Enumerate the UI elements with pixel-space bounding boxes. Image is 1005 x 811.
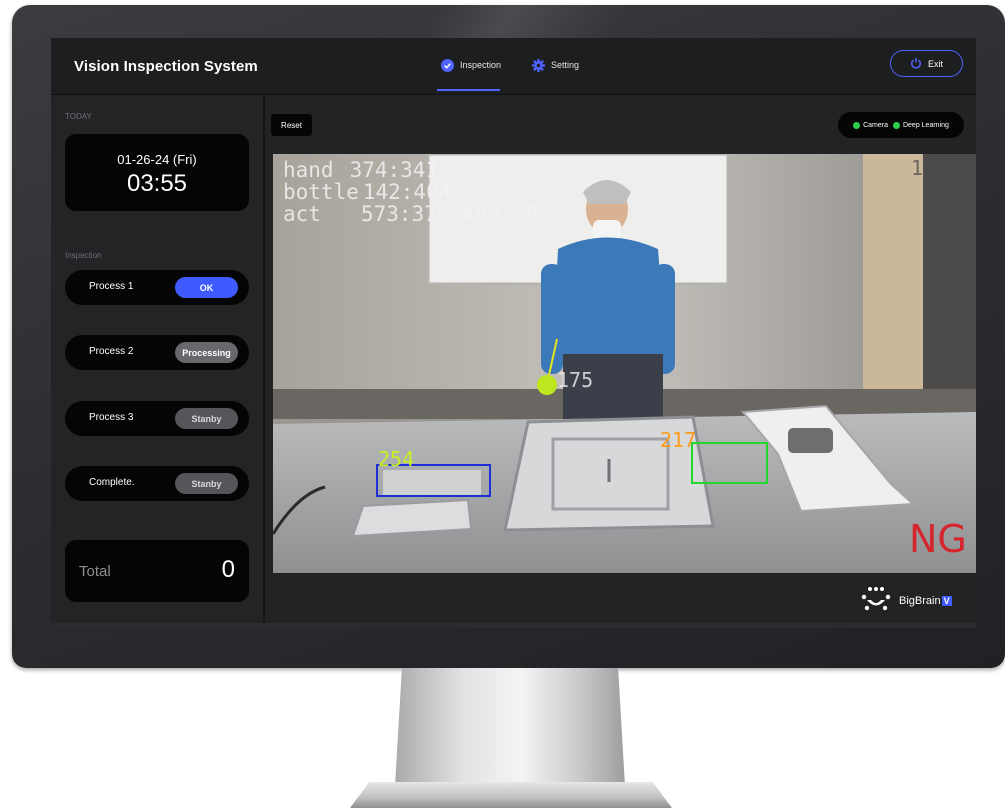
monitor-stand-base xyxy=(350,782,672,808)
status-badge: OK xyxy=(175,277,238,298)
power-icon xyxy=(910,57,922,71)
camera-feed: hand 374:341 bottle 142:404 act 573:375.484… xyxy=(273,154,976,573)
tab-setting[interactable]: Setting xyxy=(532,55,579,75)
process-row: Process 3 Stanby xyxy=(65,401,249,436)
process-row: Complete. Stanby xyxy=(65,466,249,501)
brand-badge: V xyxy=(941,595,952,606)
today-section-label: TODAY xyxy=(65,112,92,121)
status-badge: Stanby xyxy=(175,473,238,494)
today-time: 03:55 xyxy=(126,170,188,197)
process-row: Process 2 Processing xyxy=(65,335,249,370)
active-tab-indicator xyxy=(437,89,500,91)
tab-inspection-label: Inspection xyxy=(460,60,502,70)
process-row: Process 1 OK xyxy=(65,270,249,305)
monitor-sheen xyxy=(422,5,628,39)
process-label: Process 2 xyxy=(89,346,134,357)
app-title: Vision Inspection System xyxy=(74,58,258,75)
status-indicators: Camera Deep Learning xyxy=(838,112,964,138)
brand-mark-icon xyxy=(861,586,891,615)
detection-overlay: hand 374:341 bottle 142:404 act 573:375.484… xyxy=(283,156,967,561)
process-label: Complete. xyxy=(89,477,135,488)
status-badge: Stanby xyxy=(175,408,238,429)
tab-inspection[interactable]: Inspection xyxy=(441,55,501,75)
gear-icon xyxy=(532,58,545,72)
inspection-result: NG xyxy=(909,517,967,561)
process-label: Process 3 xyxy=(89,412,134,423)
today-card: 01-26-24 (Fri) 03:55 xyxy=(65,134,249,211)
exit-button[interactable]: Exit xyxy=(890,50,963,77)
process-label: Process 1 xyxy=(89,281,134,292)
camera-status-label: Camera xyxy=(863,121,888,129)
top-bar: Vision Inspection System Inspection Sett… xyxy=(51,38,976,95)
reset-button[interactable]: Reset xyxy=(271,114,312,136)
brand-name: BigBrain V xyxy=(899,594,952,607)
monitor-stand-neck xyxy=(395,668,625,786)
overlay-corner-value: 1 xyxy=(911,156,923,180)
total-label: Total xyxy=(79,563,111,580)
hand-point-label: 175 xyxy=(557,368,593,392)
detection-box-blue-label: 254 xyxy=(378,447,414,471)
deep-learning-status: Deep Learning xyxy=(892,121,949,129)
detection-box-green-label: 217 xyxy=(660,428,696,452)
hand-point-marker xyxy=(537,375,557,395)
check-circle-icon xyxy=(441,58,454,72)
brand-logo: BigBrain V xyxy=(861,586,952,615)
sidebar: TODAY 01-26-24 (Fri) 03:55 Inspection Pr… xyxy=(51,95,265,628)
status-badge: Processing xyxy=(175,342,238,363)
deep-learning-status-dot xyxy=(892,121,900,129)
inspection-section-label: Inspection xyxy=(65,251,102,260)
camera-status-dot xyxy=(853,121,861,129)
detection-box-green xyxy=(691,442,768,484)
overlay-line-hand: hand 374:341 xyxy=(283,158,438,182)
total-value: 0 xyxy=(221,556,235,583)
exit-label: Exit xyxy=(927,58,943,69)
tab-setting-label: Setting xyxy=(551,60,580,70)
overlay-line-act: act 573:375.484.382 xyxy=(283,202,551,226)
total-card: Total 0 xyxy=(65,540,249,602)
monitor-screen: Vision Inspection System Inspection Sett… xyxy=(51,38,976,628)
deep-learning-status-label: Deep Learning xyxy=(902,121,949,129)
overlay-line-bottle: bottle 142:404 xyxy=(283,180,451,204)
screen-bottom-edge xyxy=(51,623,976,628)
camera-status: Camera xyxy=(853,121,888,129)
today-date: 01-26-24 (Fri) xyxy=(117,152,197,167)
